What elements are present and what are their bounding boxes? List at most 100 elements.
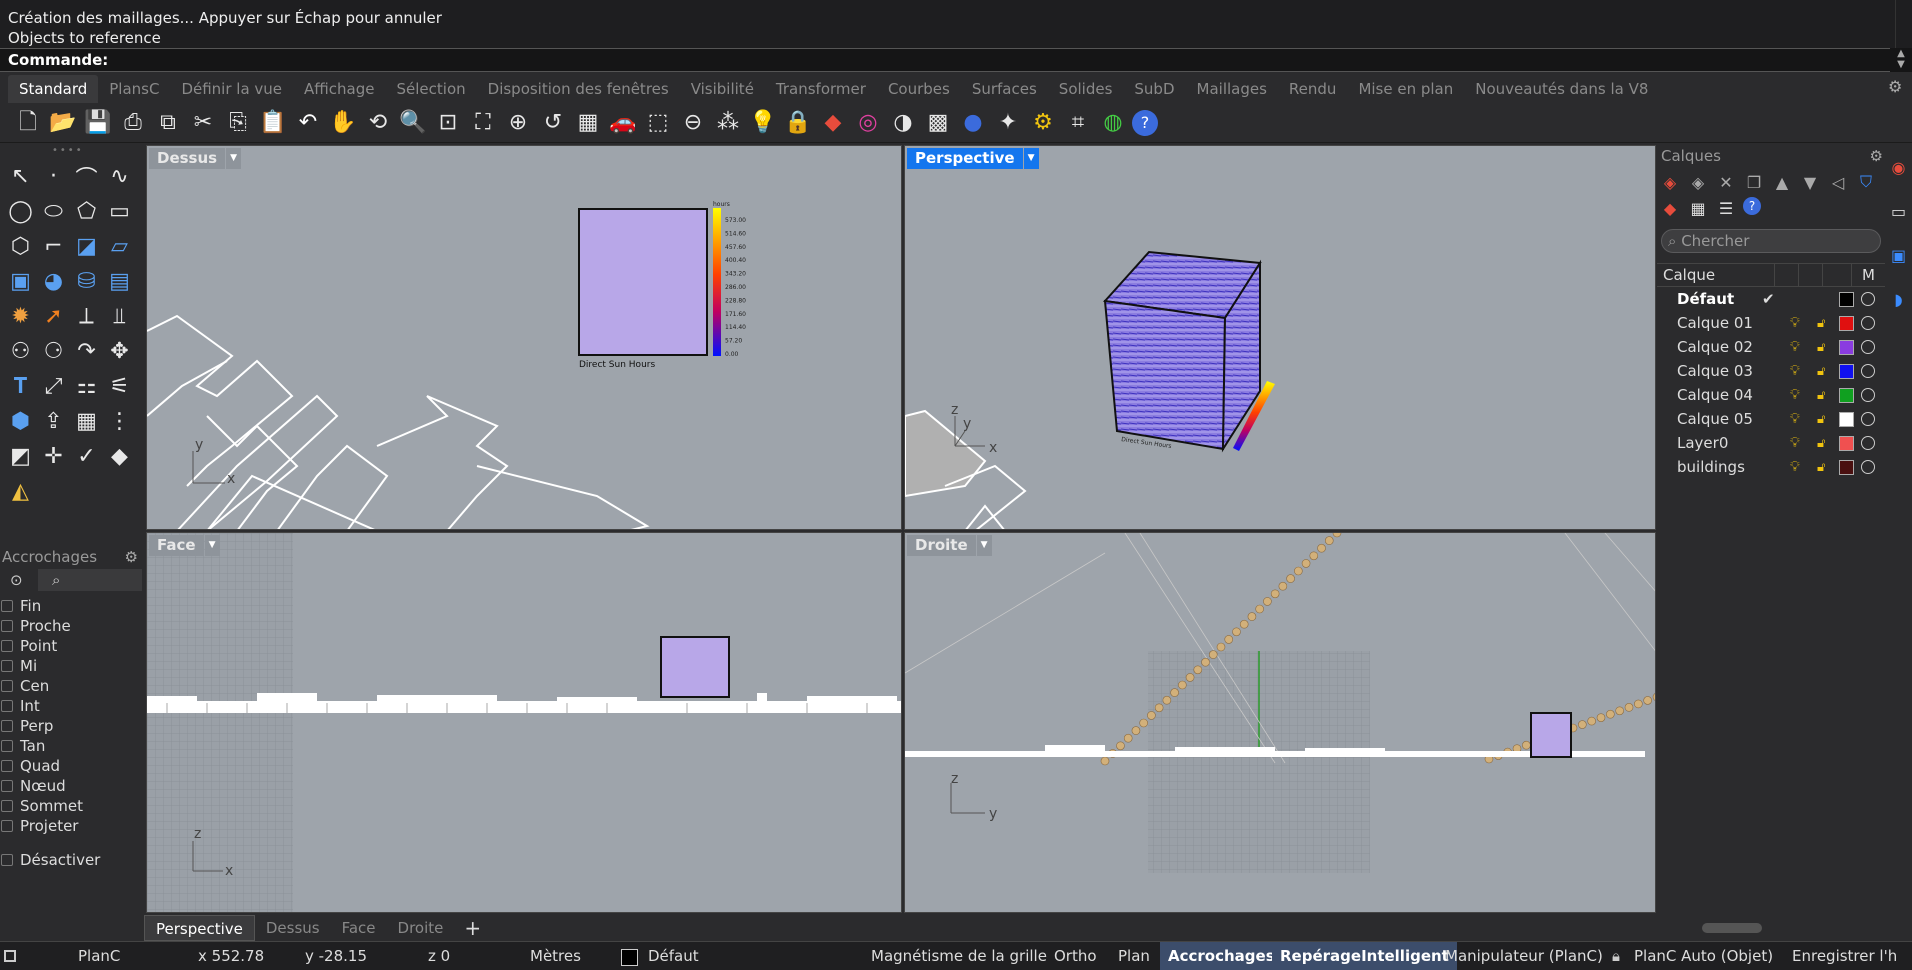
tab-top[interactable]: Dessus — [255, 915, 331, 941]
trim-icon[interactable]: ⫫ — [103, 299, 136, 334]
mesh-icon[interactable]: ▤ — [103, 264, 136, 299]
viewport-right[interactable]: z y Droite ▼ — [904, 532, 1656, 913]
filter-icon[interactable]: ⛉ — [1855, 171, 1877, 193]
layer-name[interactable]: Calque 03 — [1657, 362, 1787, 380]
hexagon-icon[interactable]: ⬡ — [4, 229, 37, 264]
undo-view-icon[interactable]: ↺ — [537, 107, 569, 139]
status-ortho[interactable]: Ortho — [1054, 942, 1097, 970]
boolean-icon[interactable]: ⚆ — [37, 334, 70, 369]
layer-row[interactable]: Défaut ✔ — [1657, 287, 1885, 311]
tab-d-finir-la-vue[interactable]: Définir la vue — [170, 75, 293, 103]
surface-icon[interactable]: ◪ — [70, 229, 103, 264]
mirror-icon[interactable]: ⚟ — [103, 369, 136, 404]
osnap-checkbox[interactable] — [1, 740, 13, 752]
rendered-icon[interactable]: ✦ — [992, 107, 1024, 139]
sphere-tool-icon[interactable]: ◕ — [37, 264, 70, 299]
plane-icon[interactable]: ▱ — [103, 229, 136, 264]
properties-tab-icon[interactable]: ◉ — [1885, 145, 1912, 189]
unlock-icon[interactable]: 🔓︎ — [1817, 340, 1825, 355]
osnap-item[interactable]: Quad — [0, 756, 142, 776]
layer-state-icon[interactable]: ◆ — [1659, 197, 1681, 219]
cut-plane-icon[interactable]: ◩ — [4, 439, 37, 474]
unlock-icon[interactable]: 🔓︎ — [1817, 364, 1825, 379]
osnap-checkbox[interactable] — [1, 720, 13, 732]
unlock-icon[interactable]: 🔓︎ — [1817, 412, 1825, 427]
duplicate-layer-icon[interactable]: ❐ — [1743, 171, 1765, 193]
osnap-checkbox[interactable] — [1, 660, 13, 672]
osnap-item[interactable]: Nœud — [0, 776, 142, 796]
status-smarttrack[interactable]: RepérageIntelligent — [1272, 942, 1457, 970]
osnap-gear-icon[interactable]: ⚙ — [125, 545, 138, 569]
layer-search-input[interactable]: ⌕ Chercher — [1661, 229, 1881, 253]
extrude-icon[interactable]: ⇪ — [37, 404, 70, 439]
curve-icon[interactable]: ∿ — [103, 159, 136, 194]
tab-subd[interactable]: SubD — [1123, 75, 1185, 103]
layer-row[interactable]: Calque 04 💡︎ 🔓︎ — [1657, 383, 1885, 407]
viewport-perspective-name[interactable]: Perspective — [907, 148, 1023, 169]
layer-color-swatch[interactable] — [1839, 387, 1854, 403]
osnap-item[interactable]: Perp — [0, 716, 142, 736]
viewport-front[interactable]: z x Face ▼ — [146, 532, 902, 913]
layer-material-icon[interactable] — [1861, 412, 1875, 426]
layer-icon[interactable]: ◆ — [817, 107, 849, 139]
osnap-checkbox[interactable] — [1, 800, 13, 812]
status-lock-icon[interactable]: 🔒︎ — [1612, 942, 1620, 970]
col-layer[interactable]: Calque — [1657, 264, 1774, 286]
polygon-icon[interactable]: ⬠ — [70, 194, 103, 229]
group-icon[interactable]: ⚇ — [4, 334, 37, 369]
tab-maillages[interactable]: Maillages — [1186, 75, 1278, 103]
rotate-view-icon[interactable]: ⟲ — [362, 107, 394, 139]
viewport-top-name[interactable]: Dessus — [149, 148, 226, 169]
move-up-icon[interactable]: ▲ — [1771, 171, 1793, 193]
status-toggle-icon[interactable] — [4, 950, 16, 962]
osnap-checkbox[interactable] — [1, 680, 13, 692]
layer-material-icon[interactable] — [1861, 436, 1875, 450]
ellipse-icon[interactable]: ⬭ — [37, 194, 70, 229]
layer-color-swatch[interactable] — [1839, 363, 1854, 379]
help-tab-icon[interactable]: ▣ — [1885, 233, 1912, 277]
visibility-bulb-icon[interactable]: 💡︎ — [1790, 315, 1800, 331]
zoom-icon[interactable]: 🔍 — [397, 107, 429, 139]
osnap-item[interactable]: Tan — [0, 736, 142, 756]
open-icon[interactable]: 📂 — [47, 107, 79, 139]
polyline-icon[interactable]: ⌒ — [70, 159, 103, 194]
tab-transformer[interactable]: Transformer — [765, 75, 877, 103]
viewport-top[interactable]: Direct Sun Hours hours 573.00 514.60 457.6… — [146, 145, 902, 530]
current-layer-check-icon[interactable]: ✔ — [1762, 290, 1775, 308]
pyramid-icon[interactable]: ◭ — [4, 474, 37, 509]
viewport-front-name[interactable]: Face — [149, 535, 204, 556]
layers-gear-icon[interactable]: ⚙ — [1870, 147, 1883, 165]
col-current[interactable] — [1774, 264, 1798, 286]
wireframe-icon[interactable]: ▩ — [922, 107, 954, 139]
layer-color-swatch[interactable] — [1839, 435, 1854, 451]
tab-standard[interactable]: Standard — [8, 75, 99, 103]
fillet-icon[interactable]: ⌐ — [37, 229, 70, 264]
save-icon[interactable]: 💾 — [82, 107, 114, 139]
status-units[interactable]: Mètres — [530, 942, 581, 970]
shaded-solid-icon[interactable]: ◆ — [103, 439, 136, 474]
zoom-window-icon[interactable]: ⊡ — [432, 107, 464, 139]
arrow-tool-icon[interactable]: ➚ — [37, 299, 70, 334]
solid-box-icon[interactable]: ⬢ — [4, 404, 37, 439]
viewport-top-menu-icon[interactable]: ▼ — [226, 148, 242, 169]
viewport-top-title[interactable]: Dessus ▼ — [149, 148, 242, 169]
layer-name[interactable]: Calque 01 — [1657, 314, 1787, 332]
gumball-icon[interactable]: ✛ — [37, 439, 70, 474]
osnap-disable[interactable]: Désactiver — [0, 850, 142, 870]
tab-plansc[interactable]: PlansC — [98, 75, 170, 103]
unlock-icon[interactable]: 🔓︎ — [1817, 388, 1825, 403]
split-icon[interactable]: ⟂ — [70, 299, 103, 334]
status-record[interactable]: Enregistrer l'h — [1792, 942, 1897, 970]
box-icon[interactable]: ▣ — [4, 264, 37, 299]
osnap-checkbox[interactable] — [1, 700, 13, 712]
unlock-icon[interactable]: 🔓︎ — [1817, 460, 1825, 475]
grid-array-icon[interactable]: ▦ — [70, 404, 103, 439]
zoom-extents-icon[interactable]: ⛶ — [467, 107, 499, 139]
point-icon[interactable]: · — [37, 159, 70, 194]
tab-nouveaut-s-dans-la-v8[interactable]: Nouveautés dans la V8 — [1464, 75, 1659, 103]
layer-name[interactable]: Layer0 — [1657, 434, 1787, 452]
osnap-item[interactable]: Proche — [0, 616, 142, 636]
drag-handle[interactable]: •••• — [52, 145, 84, 156]
shade-icon[interactable]: ◑ — [887, 107, 919, 139]
print-icon[interactable]: ⎙ — [117, 107, 149, 139]
